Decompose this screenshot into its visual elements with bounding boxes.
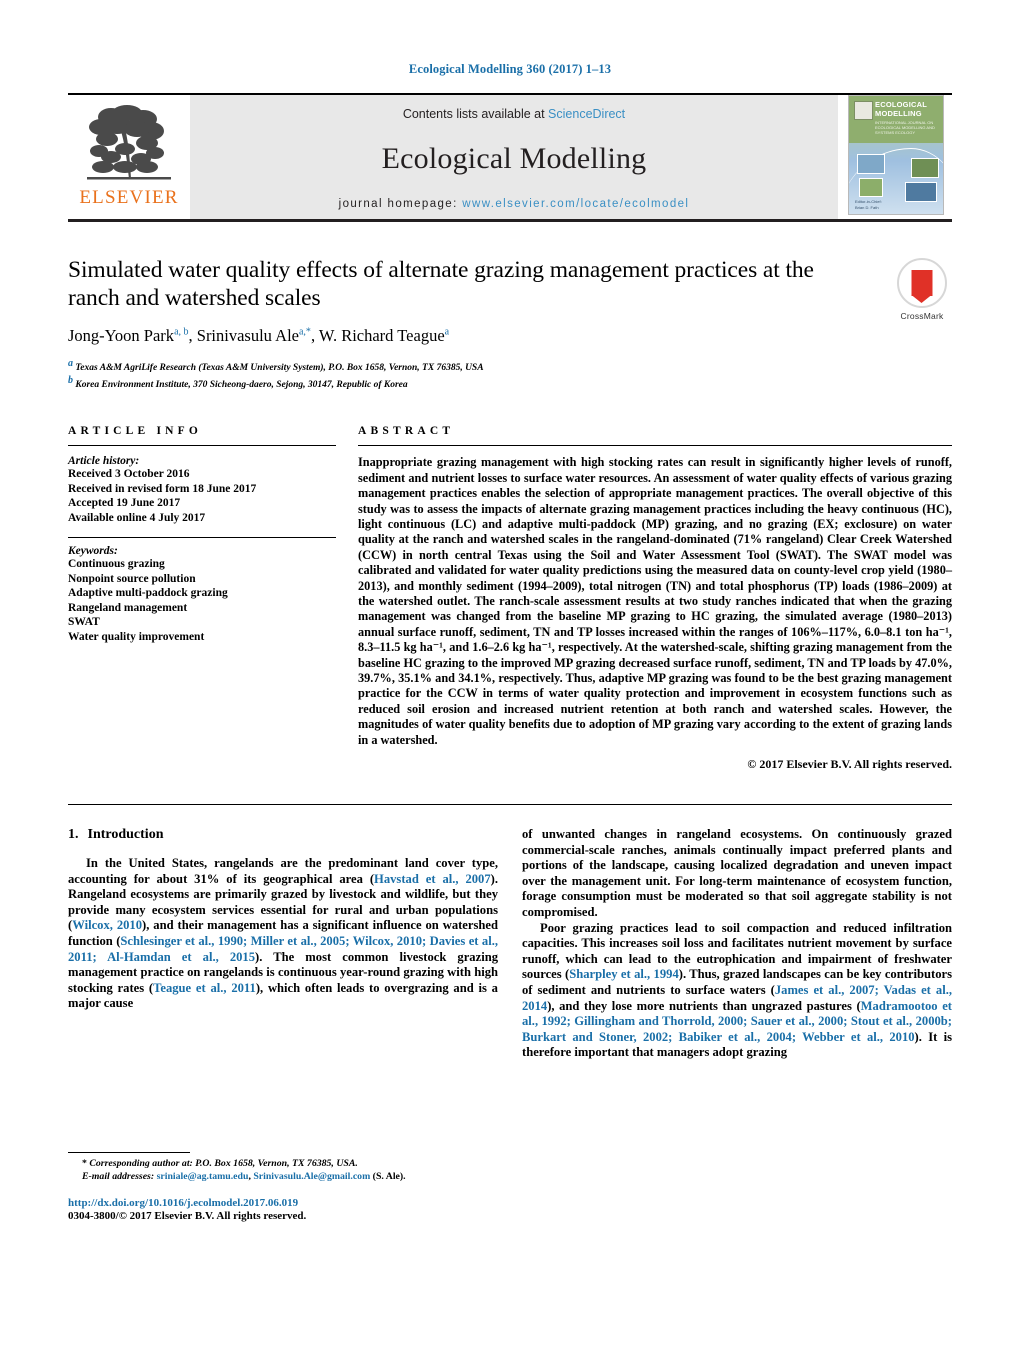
footnote-area: * Corresponding author at: P.O. Box 1658… [68,1152,498,1222]
page-title: Simulated water quality effects of alter… [68,257,814,311]
masthead-center: Contents lists available at ScienceDirec… [190,95,838,219]
cover-photo-birds [857,154,885,174]
divider [68,537,336,539]
affiliation-item: b Korea Environment Institute, 370 Siche… [68,375,842,392]
intro-paragraph-3: Poor grazing practices lead to soil comp… [522,920,953,1060]
body-separator [68,804,952,806]
history-item: Available online 4 July 2017 [68,511,206,524]
keyword-item: Adaptive multi-paddock grazing [68,587,228,600]
cover-photo-insect [859,178,883,197]
keyword-item: SWAT [68,616,100,629]
info-abstract-region: ARTICLE INFO Article history: Received 3… [68,425,952,772]
footnote-rule [68,1152,190,1154]
article-history-label: Article history: [68,455,140,468]
divider [68,445,336,447]
masthead-bottom-rule [68,219,952,222]
homepage-label: journal homepage: [338,198,458,210]
history-item: Accepted 19 June 2017 [68,497,181,510]
abstract-column: ABSTRACT Inappropriate grazing managemen… [358,425,952,772]
body-column-right: of unwanted changes in rangeland ecosyst… [522,827,952,1222]
author-name: Srinivasulu Ale [196,326,299,345]
journal-masthead: ELSEVIER Contents lists available at Sci… [68,93,952,219]
affiliation-item: a Texas A&M AgriLife Research (Texas A&M… [68,358,842,375]
affiliation-mark: b [68,374,73,386]
crossmark-icon [897,258,947,308]
author-name: W. Richard Teague [318,326,445,345]
keyword-item: Water quality improvement [68,630,205,643]
section-heading-introduction: 1. Introduction [68,827,498,843]
body-columns: 1. Introduction In the United States, ran… [68,827,952,1222]
cover-photo-plant [911,158,939,178]
corresponding-author-note: * Corresponding author at: P.O. Box 1658… [82,1158,358,1170]
author-affiliation-marks: a [444,326,450,338]
publisher-logo: ELSEVIER [68,95,190,219]
affiliation-mark: a [68,358,73,369]
abstract-heading: ABSTRACT [358,425,455,438]
doi-link[interactable]: http://dx.doi.org/10.1016/j.ecolmodel.20… [68,1197,498,1209]
contents-line: Contents lists available at ScienceDirec… [190,107,838,121]
crossmark-badge[interactable]: CrossMark [892,258,952,321]
abstract-text: Inappropriate grazing management with hi… [358,455,952,747]
cover-image: ECOLOGICAL MODELLING INTERNATIONAL JOURN… [848,95,944,215]
cover-subtitle: INTERNATIONAL JOURNAL ON ECOLOGICAL MODE… [875,120,935,135]
keyword-item: Continuous grazing [68,558,165,571]
affiliation-text: Texas A&M AgriLife Research (Texas A&M U… [75,363,484,374]
contents-prefix: Contents lists available at [402,107,549,121]
article-info-column: ARTICLE INFO Article history: Received 3… [68,425,336,772]
journal-homepage: journal homepage: www.elsevier.com/locat… [190,198,838,219]
section-title-text: Introduction [87,827,164,843]
journal-cover-thumbnail: ECOLOGICAL MODELLING INTERNATIONAL JOURN… [838,95,952,219]
section-number: 1. [68,827,79,843]
cover-photo-flower [905,182,937,202]
divider [358,445,952,447]
history-item: Received in revised form 18 June 2017 [68,482,257,495]
intro-paragraph-1: In the United States, rangelands are the… [68,856,498,1011]
elsevier-wordmark: ELSEVIER [79,187,179,208]
issn-copyright-line: 0304-3800/© 2017 Elsevier B.V. All right… [68,1210,307,1223]
intro-paragraph-2: of unwanted changes in rangeland ecosyst… [522,827,952,919]
author-list: Jong-Yoon Parka, b, Srinivasulu Alea,*, … [68,326,450,345]
article-page: Ecological Modelling 360 (2017) 1–13 ELS… [0,0,1020,1351]
elsevier-tree-icon [81,101,177,187]
keyword-item: Rangeland management [68,601,188,614]
homepage-url-link[interactable]: www.elsevier.com/locate/ecolmodel [462,198,689,210]
running-head: Ecological Modelling 360 (2017) 1–13 [408,62,612,76]
cover-badge-icon [854,101,873,120]
title-block: Simulated water quality effects of alter… [68,256,952,391]
history-item: Received 3 October 2016 [68,468,190,481]
article-info-heading: ARTICLE INFO [68,425,203,438]
sciencedirect-link[interactable]: ScienceDirect [548,107,625,121]
author-affiliation-marks: a, b [174,326,189,338]
affiliation-text: Korea Environment Institute, 370 Sicheon… [75,379,408,390]
author-affiliation-marks: a,* [298,326,311,338]
cover-title: ECOLOGICAL MODELLING [875,100,927,118]
keywords-label: Keywords: [68,545,118,558]
cover-footer-text: Editor-in-Chief: Brian D. Fath [855,199,882,210]
journal-title: Ecological Modelling [381,141,647,175]
author-name: Jong-Yoon Park [68,326,175,345]
copyright-line: © 2017 Elsevier B.V. All rights reserved… [747,757,952,772]
email-note: E-mail addresses: sriniale@ag.tamu.edu, … [82,1170,406,1182]
affiliation-list: a Texas A&M AgriLife Research (Texas A&M… [68,358,842,391]
keywords-block: Keywords: Continuous grazing Nonpoint so… [68,545,336,644]
keyword-item: Nonpoint source pollution [68,572,196,585]
body-column-left: 1. Introduction In the United States, ran… [68,827,498,1222]
crossmark-label: CrossMark [900,311,944,321]
